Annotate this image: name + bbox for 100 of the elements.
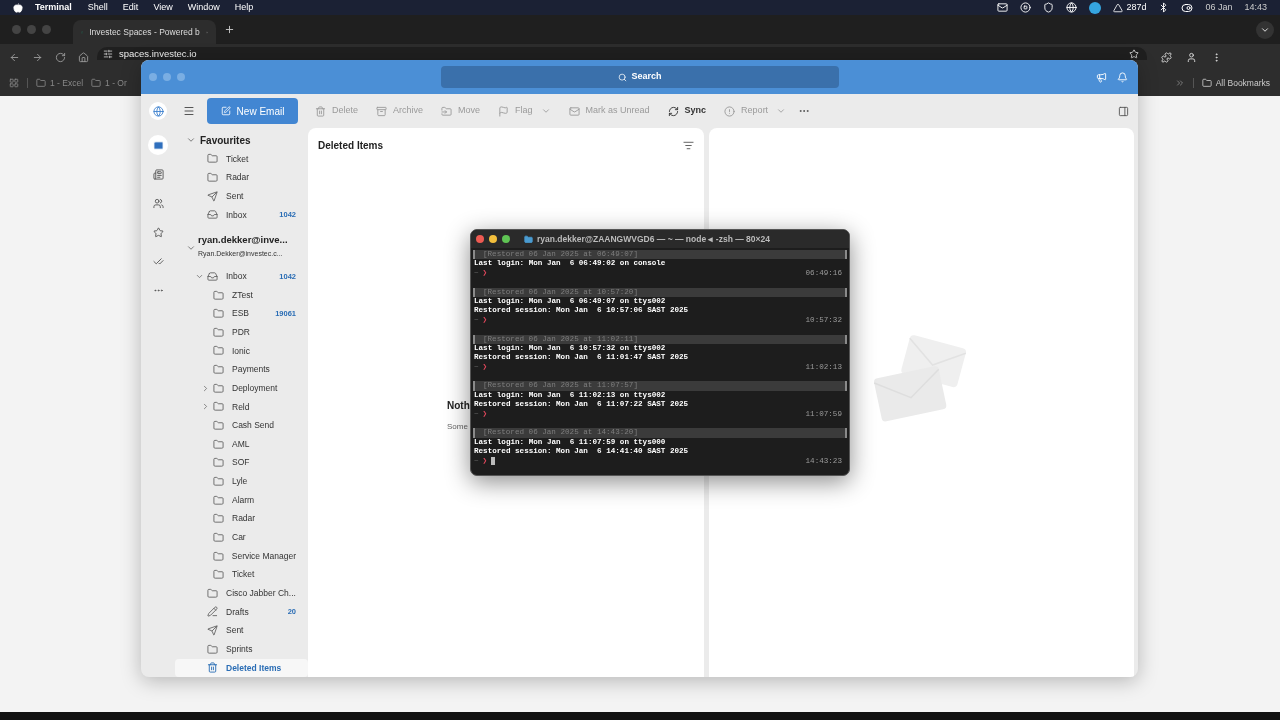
minimize-control[interactable] bbox=[489, 235, 497, 243]
inbox-icon bbox=[207, 270, 218, 282]
new-email-button[interactable]: New Email bbox=[207, 98, 298, 124]
menu-item[interactable]: Terminal bbox=[35, 0, 72, 15]
star-icon bbox=[152, 226, 164, 238]
folder-item[interactable]: Cash Send bbox=[175, 416, 308, 435]
profile-icon[interactable] bbox=[1186, 51, 1197, 63]
compose-icon bbox=[220, 106, 231, 116]
folder-icon bbox=[36, 78, 46, 88]
folder-item[interactable]: Service Manager bbox=[175, 546, 308, 566]
shield-icon[interactable] bbox=[1043, 2, 1055, 13]
panel-icon[interactable] bbox=[1118, 105, 1129, 117]
mail-icon bbox=[152, 139, 164, 151]
reload-icon[interactable] bbox=[55, 51, 66, 63]
bell-icon[interactable] bbox=[1117, 71, 1128, 83]
folder-item[interactable]: Reld bbox=[175, 397, 308, 417]
menu-item[interactable]: Help bbox=[234, 0, 254, 15]
bookmark[interactable]: 1 - Or bbox=[91, 76, 127, 90]
section-title[interactable]: Favourites bbox=[200, 132, 251, 148]
window-title: ryan.dekker@ZAANGWVGD6 — ~ — node ◂ -zsh — 80×24 bbox=[537, 232, 770, 246]
nav-button[interactable] bbox=[148, 135, 168, 155]
folder-icon bbox=[213, 308, 224, 320]
folder-icon bbox=[524, 234, 533, 244]
zoom-control[interactable] bbox=[502, 235, 510, 243]
site-settings-icon[interactable] bbox=[103, 49, 113, 59]
megaphone-icon[interactable] bbox=[1096, 71, 1107, 83]
bookmark-star-icon[interactable] bbox=[1129, 49, 1139, 59]
status-text[interactable]: 287d bbox=[1126, 0, 1147, 15]
folder-item[interactable]: SOF bbox=[175, 453, 308, 473]
globe-icon bbox=[152, 105, 164, 117]
filter-icon[interactable] bbox=[683, 139, 694, 151]
home-icon[interactable] bbox=[78, 51, 89, 63]
folder-icon bbox=[213, 438, 224, 450]
folder-item[interactable]: AML bbox=[175, 434, 308, 454]
stop-icon[interactable] bbox=[1020, 2, 1032, 13]
folder-item[interactable]: Deleted Items bbox=[175, 658, 308, 677]
folder-icon bbox=[213, 289, 224, 301]
folder-icon bbox=[212, 550, 224, 562]
flag-icon bbox=[498, 105, 510, 117]
control-center-icon[interactable] bbox=[1181, 1, 1194, 14]
trash-icon bbox=[315, 105, 326, 117]
folder-item[interactable]: Radar bbox=[175, 509, 308, 529]
apps-icon[interactable] bbox=[9, 78, 19, 88]
toolbar-button[interactable]: Sync bbox=[667, 104, 707, 118]
folder-icon bbox=[213, 494, 224, 506]
menu-icon[interactable] bbox=[183, 105, 195, 117]
extensions-icon[interactable] bbox=[1161, 51, 1172, 63]
folder-item[interactable]: Ticket bbox=[175, 565, 308, 584]
menu-item[interactable]: Shell bbox=[87, 0, 108, 15]
folder-move-icon bbox=[441, 105, 453, 117]
folder-item[interactable]: Sprints bbox=[175, 639, 308, 659]
folder-item[interactable]: Deployment bbox=[175, 378, 308, 398]
bookmark[interactable]: 1 - Excel bbox=[36, 76, 84, 90]
notes-icon bbox=[152, 168, 164, 180]
globe-icon[interactable] bbox=[1066, 2, 1078, 13]
account-name[interactable]: ryan.dekker@inve... bbox=[198, 233, 288, 248]
folder-icon bbox=[207, 643, 218, 655]
menu-item[interactable]: View bbox=[153, 0, 173, 15]
forward-icon[interactable] bbox=[32, 51, 43, 63]
menu-item[interactable]: Edit bbox=[122, 0, 139, 15]
pane-title: Deleted Items bbox=[318, 138, 384, 153]
browser-tab[interactable]: Investec Spaces - Powered b bbox=[73, 20, 216, 44]
people-icon bbox=[152, 197, 164, 209]
telegram-icon[interactable] bbox=[1089, 1, 1102, 14]
folder-item[interactable]: Sent bbox=[175, 621, 308, 640]
empty-text: Some bbox=[447, 421, 468, 433]
menu-item[interactable]: Window bbox=[187, 0, 220, 15]
globe-button[interactable] bbox=[149, 102, 167, 120]
new-tab-icon[interactable] bbox=[224, 24, 235, 35]
tab-list-button[interactable] bbox=[1256, 20, 1274, 39]
folder-item[interactable]: Lyle bbox=[175, 472, 308, 491]
folder-item[interactable]: Payments bbox=[175, 360, 308, 379]
folder-icon bbox=[91, 78, 102, 88]
close-control[interactable] bbox=[476, 235, 484, 243]
menu-time[interactable]: 14:43 bbox=[1244, 0, 1267, 15]
folder-item[interactable]: Radar bbox=[175, 168, 308, 187]
folder-item[interactable]: Sent bbox=[175, 186, 308, 206]
inbox-icon bbox=[207, 209, 218, 221]
search-field[interactable]: Search bbox=[441, 66, 839, 88]
mail-icon[interactable] bbox=[997, 2, 1009, 13]
folder-icon bbox=[213, 475, 224, 487]
folder-item[interactable]: Car bbox=[175, 528, 308, 547]
folder-icon bbox=[1201, 78, 1212, 88]
folder-item[interactable]: PDR bbox=[175, 323, 308, 342]
folder-item[interactable]: Alarm bbox=[175, 490, 308, 510]
folder-item[interactable]: ZTest bbox=[175, 285, 308, 305]
address-bar[interactable]: spaces.investec.io bbox=[97, 47, 1147, 60]
folder-icon bbox=[213, 326, 224, 338]
folder-item[interactable]: Ticket bbox=[175, 149, 308, 169]
back-icon[interactable] bbox=[9, 51, 20, 63]
folder-icon bbox=[207, 587, 218, 599]
sync-icon bbox=[667, 105, 679, 117]
apple-icon[interactable] bbox=[13, 2, 23, 13]
folder-item[interactable]: Ionic bbox=[175, 341, 308, 361]
folder-item[interactable]: Cisco Jabber Ch... bbox=[175, 584, 308, 603]
folder-icon bbox=[207, 153, 218, 165]
triangle-icon[interactable] bbox=[1113, 2, 1124, 13]
menu-date[interactable]: 06 Jan bbox=[1205, 0, 1233, 15]
all-bookmarks[interactable]: All Bookmarks bbox=[1201, 76, 1270, 90]
folder-icon bbox=[213, 420, 224, 432]
